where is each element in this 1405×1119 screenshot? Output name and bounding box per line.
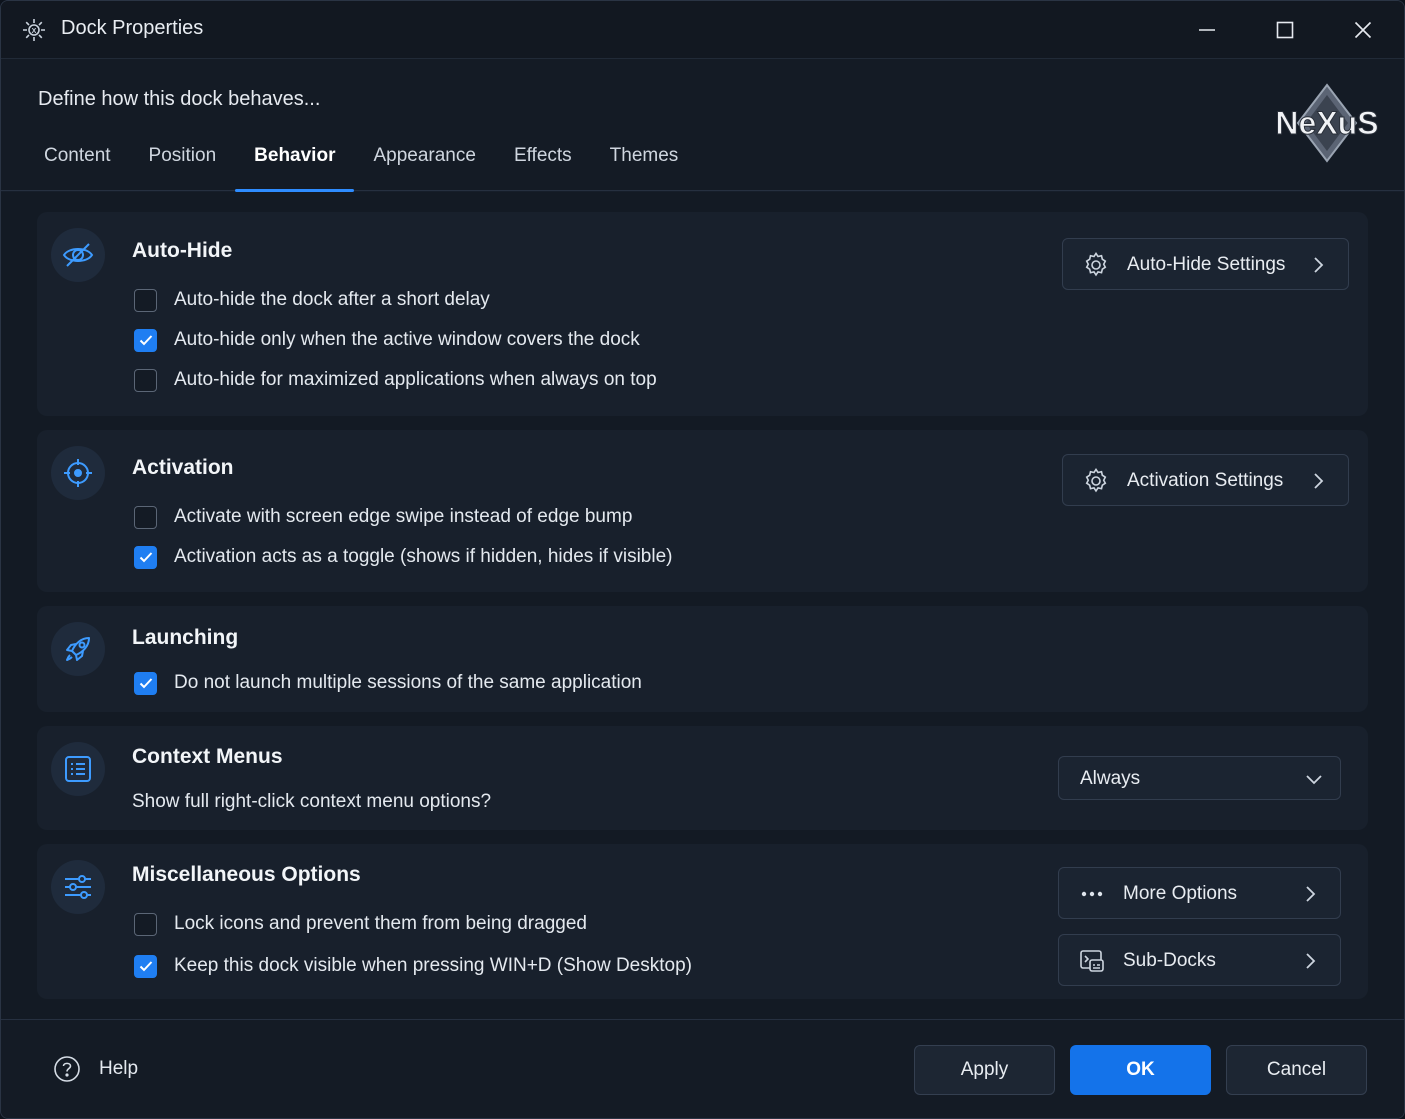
- sub-docks-button[interactable]: Sub-Docks: [1058, 934, 1341, 986]
- autohide-delay-option[interactable]: Auto-hide the dock after a short delay: [134, 287, 490, 313]
- sub-dock-icon: [1080, 950, 1104, 972]
- ellipsis-icon: [1081, 891, 1103, 897]
- autohide-covers-option[interactable]: Auto-hide only when the active window co…: [134, 327, 640, 353]
- tab-themes[interactable]: Themes: [591, 129, 698, 191]
- rocket-icon: [51, 622, 105, 676]
- tab-behavior[interactable]: Behavior: [235, 129, 355, 192]
- tab-appearance[interactable]: Appearance: [354, 129, 494, 191]
- dialog-footer: Help Apply OK Cancel: [1, 1019, 1404, 1118]
- svg-text:X: X: [32, 28, 37, 35]
- checkmark-icon: [139, 678, 152, 689]
- crosshair-icon: [51, 446, 105, 500]
- chevron-right-icon: [1314, 473, 1324, 489]
- dialog-subtitle: Define how this dock behaves...: [38, 88, 321, 110]
- auto-hide-section: Auto-Hide Auto-hide the dock after a sho…: [37, 212, 1368, 416]
- help-icon: [54, 1056, 80, 1082]
- apply-button[interactable]: Apply: [914, 1045, 1055, 1095]
- logo-text: NeXuS: [1275, 105, 1378, 141]
- checkmark-icon: [139, 335, 152, 346]
- activation-toggle-option[interactable]: Activation acts as a toggle (shows if hi…: [134, 544, 672, 570]
- lock-icons-option[interactable]: Lock icons and prevent them from being d…: [134, 911, 587, 937]
- activation-title: Activation: [132, 456, 234, 479]
- activation-swipe-option[interactable]: Activate with screen edge swipe instead …: [134, 504, 632, 530]
- ok-button[interactable]: OK: [1070, 1045, 1211, 1095]
- checkmark-icon: [139, 961, 152, 972]
- gear-icon: [1085, 252, 1107, 277]
- context-menus-question: Show full right-click context menu optio…: [132, 791, 492, 812]
- more-options-button[interactable]: More Options: [1058, 867, 1341, 919]
- autohide-maximized-option[interactable]: Auto-hide for maximized applications whe…: [134, 367, 657, 393]
- activation-swipe-checkbox[interactable]: [134, 505, 157, 529]
- auto-hide-title: Auto-Hide: [132, 239, 233, 262]
- eye-slash-icon: [51, 228, 105, 282]
- misc-options-title: Miscellaneous Options: [132, 863, 361, 886]
- tab-content[interactable]: Content: [25, 129, 130, 191]
- cancel-button[interactable]: Cancel: [1226, 1045, 1367, 1095]
- behavior-panel: Auto-Hide Auto-hide the dock after a sho…: [1, 192, 1404, 1019]
- activation-toggle-checkbox[interactable]: [134, 545, 157, 569]
- auto-hide-settings-button[interactable]: Auto-Hide Settings: [1062, 238, 1349, 290]
- autohide-covers-checkbox[interactable]: [134, 328, 157, 352]
- sliders-icon: [51, 860, 105, 914]
- misc-options-section: Miscellaneous Options Lock icons and pre…: [37, 844, 1368, 999]
- close-button[interactable]: [1324, 1, 1402, 59]
- chevron-right-icon: [1306, 953, 1316, 969]
- dock-properties-window: X Dock Properties Define how this dock b…: [0, 0, 1405, 1119]
- maximize-icon: [1276, 21, 1294, 39]
- chevron-down-icon: [1306, 775, 1322, 785]
- minimize-button[interactable]: [1168, 1, 1246, 59]
- launching-section: Launching Do not launch multiple session…: [37, 606, 1368, 712]
- dialog-header: Define how this dock behaves... NeXuS Co…: [1, 59, 1404, 192]
- tab-effects[interactable]: Effects: [495, 129, 591, 191]
- tab-bar: Content Position Behavior Appearance Eff…: [25, 129, 698, 192]
- tab-position[interactable]: Position: [130, 129, 236, 191]
- gear-icon: [1085, 468, 1107, 493]
- show-desktop-checkbox[interactable]: [134, 954, 157, 978]
- nexus-logo: NeXuS: [1272, 81, 1382, 165]
- chevron-right-icon: [1306, 886, 1316, 902]
- single-session-option[interactable]: Do not launch multiple sessions of the s…: [134, 670, 642, 696]
- lock-icons-checkbox[interactable]: [134, 912, 157, 936]
- context-menu-select[interactable]: Always: [1058, 756, 1341, 800]
- maximize-button[interactable]: [1246, 1, 1324, 59]
- chevron-right-icon: [1314, 257, 1324, 273]
- activation-settings-button[interactable]: Activation Settings: [1062, 454, 1349, 506]
- help-link[interactable]: Help: [53, 1054, 138, 1084]
- title-bar[interactable]: X Dock Properties: [1, 1, 1404, 59]
- list-icon: [51, 742, 105, 796]
- minimize-icon: [1199, 29, 1215, 31]
- show-desktop-option[interactable]: Keep this dock visible when pressing WIN…: [134, 953, 692, 979]
- app-gear-icon: X: [23, 19, 45, 41]
- window-title: Dock Properties: [61, 17, 204, 39]
- autohide-maximized-checkbox[interactable]: [134, 368, 157, 392]
- autohide-delay-checkbox[interactable]: [134, 288, 157, 312]
- context-menus-title: Context Menus: [132, 745, 283, 768]
- context-menus-section: Context Menus Show full right-click cont…: [37, 726, 1368, 830]
- single-session-checkbox[interactable]: [134, 671, 157, 695]
- checkmark-icon: [139, 552, 152, 563]
- close-icon: [1354, 21, 1372, 39]
- activation-section: Activation Activate with screen edge swi…: [37, 430, 1368, 592]
- launching-title: Launching: [132, 626, 239, 649]
